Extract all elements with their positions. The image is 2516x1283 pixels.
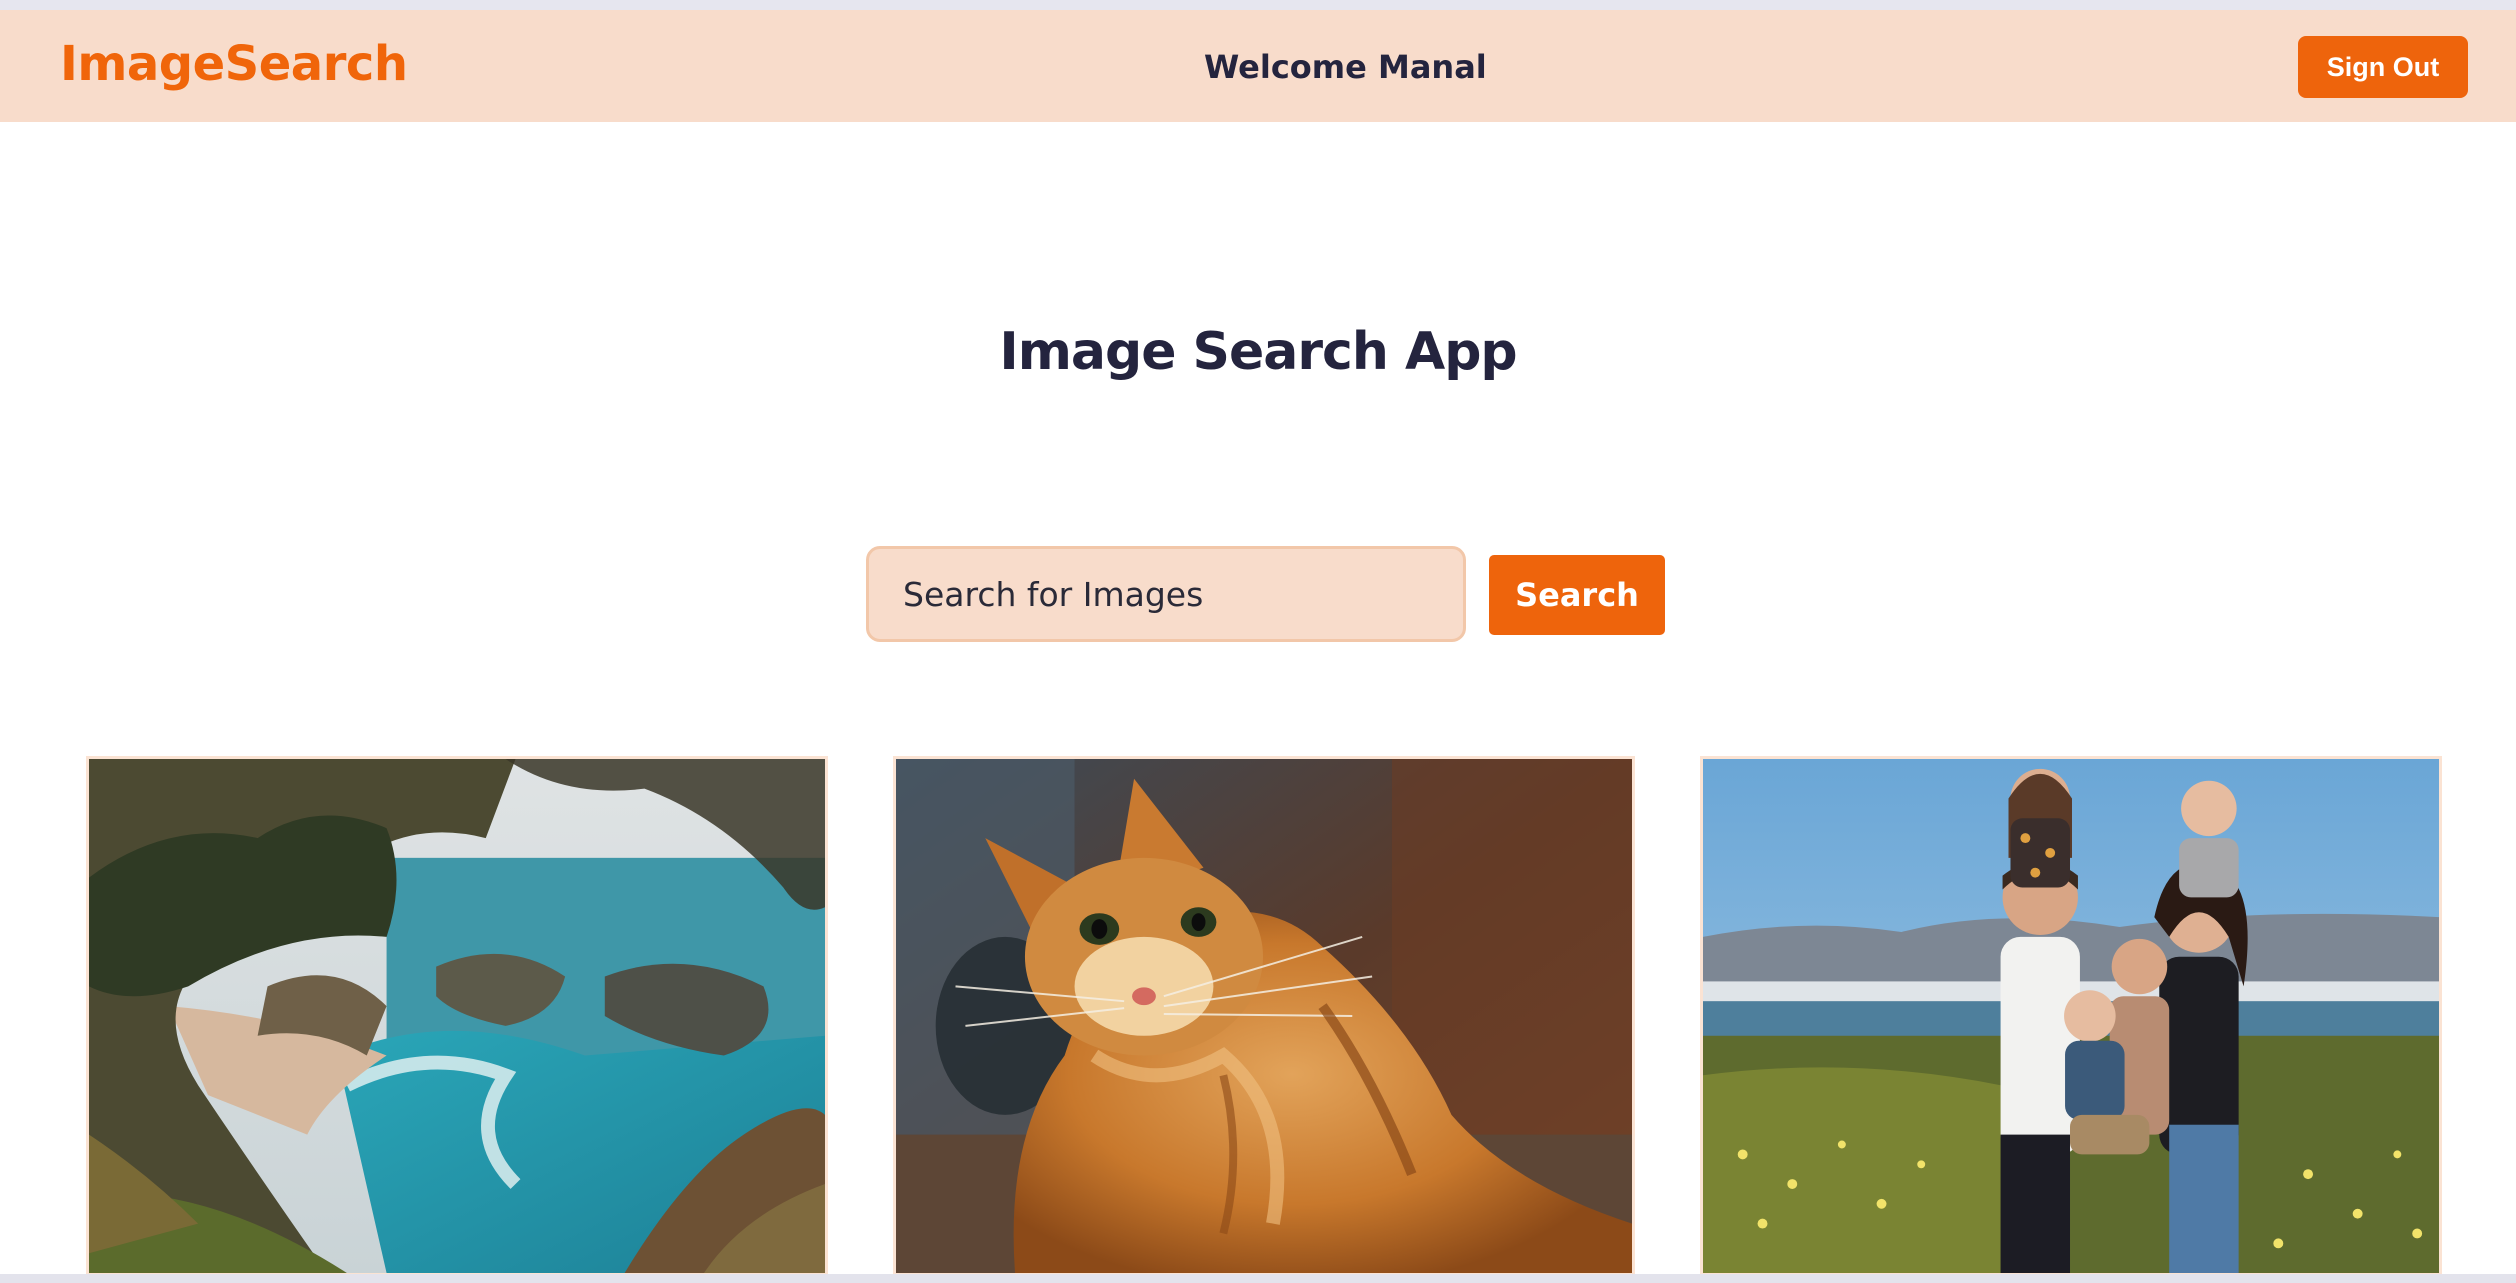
browser-bottom-edge: [0, 1274, 2516, 1283]
coastal-cove-image: [89, 759, 825, 1273]
welcome-message: Welcome Manal: [1204, 48, 1487, 86]
family-image: [1703, 759, 2439, 1273]
brand-logo[interactable]: ImageSearch: [60, 36, 408, 92]
cat-image: [896, 759, 1632, 1273]
navbar: ImageSearch Welcome Manal Sign Out: [0, 10, 2516, 122]
sign-out-button[interactable]: Sign Out: [2298, 36, 2468, 98]
page-title: Image Search App: [999, 322, 1517, 382]
result-image-2[interactable]: [893, 756, 1635, 1276]
result-image-3[interactable]: [1700, 756, 2442, 1276]
browser-top-edge: [0, 0, 2516, 10]
search-button[interactable]: Search: [1489, 555, 1665, 635]
result-image-1[interactable]: [86, 756, 828, 1276]
search-input[interactable]: [866, 546, 1466, 642]
